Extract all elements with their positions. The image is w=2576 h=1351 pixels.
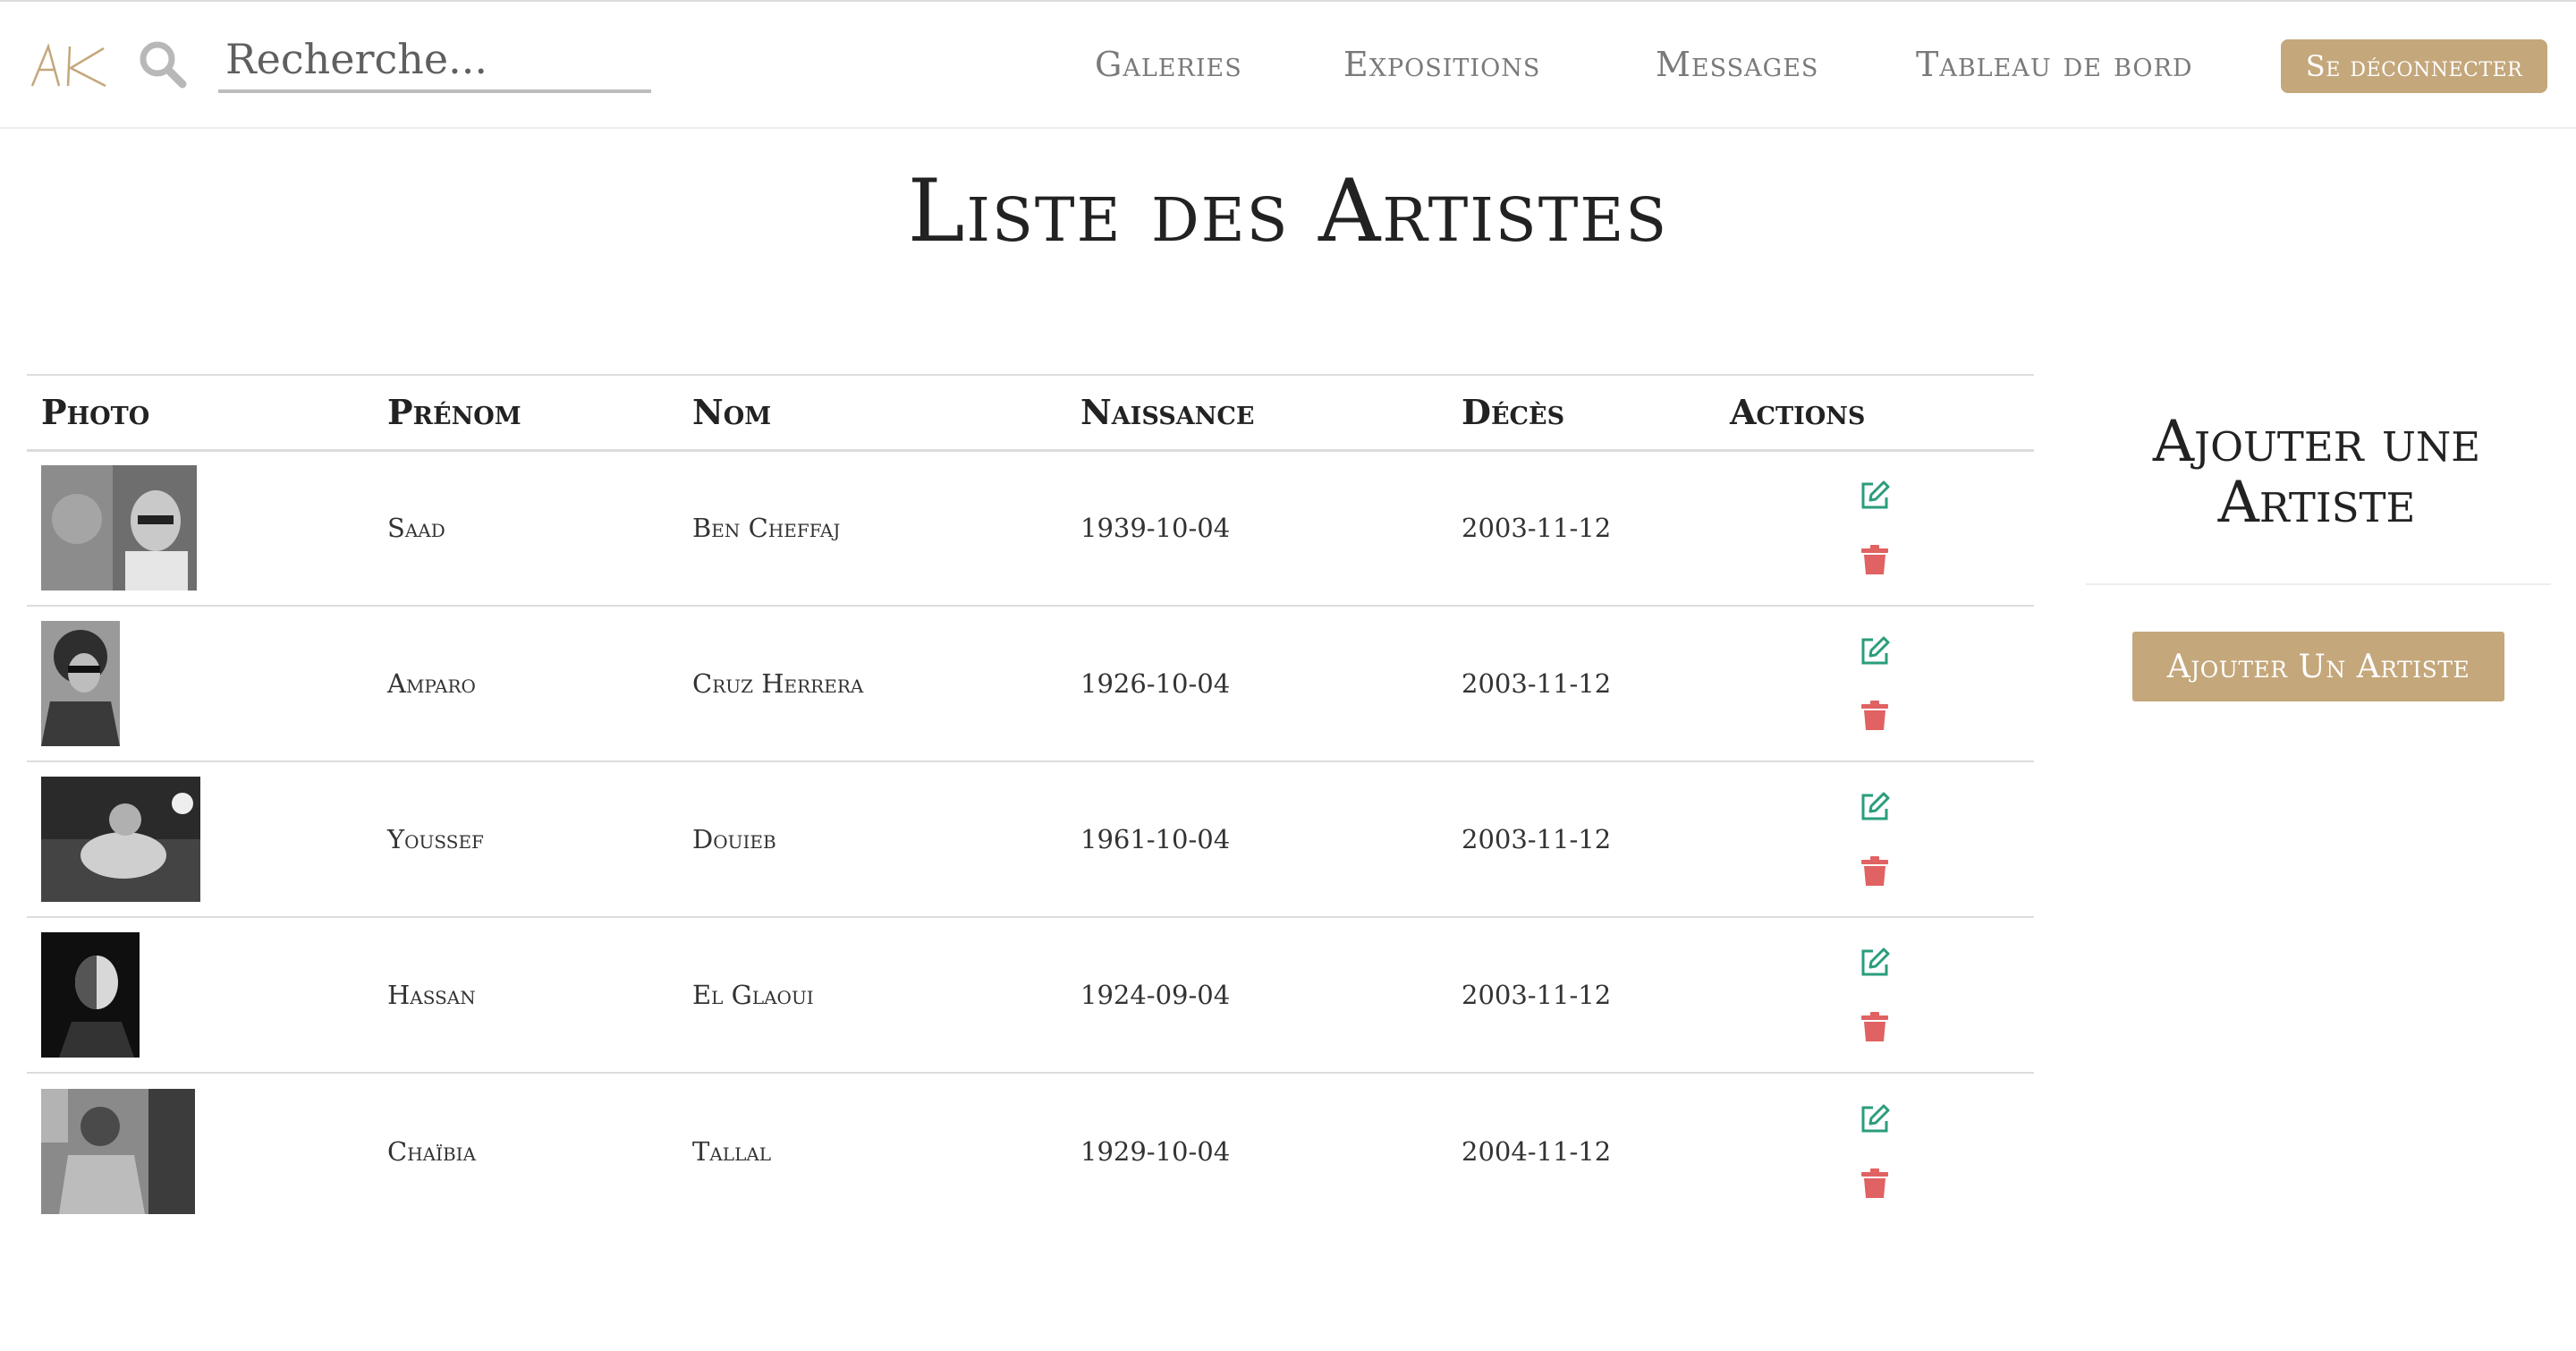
cell-nom: Cruz Herrera [678,606,1066,762]
cell-naissance: 1961-10-04 [1066,761,1447,918]
trash-icon[interactable] [1859,544,1891,576]
cell-prenom: Saad [373,450,678,607]
photo-cell [27,450,373,607]
photo-cell [27,606,373,762]
col-header-deces: Décès [1447,374,1716,452]
cell-naissance: 1929-10-04 [1080,1135,1231,1167]
table-row: Hassan El Glaoui 1924-09-04 2003-11-12 [27,917,2034,1074]
nav-tableau-de-bord[interactable]: Tableau de bord [1916,41,2193,88]
trash-icon[interactable] [1859,700,1891,732]
artist-photo[interactable] [41,465,197,591]
cell-nom: El Glaoui [678,917,1066,1074]
add-artist-title: Ajouter une Artiste [2152,409,2481,536]
trash-icon[interactable] [1859,855,1891,888]
col-header-actions: Actions [1716,374,2034,452]
col-header-prenom: Prénom [373,374,678,452]
logo-icon[interactable] [29,41,109,89]
page-title: Liste des Artistes [907,161,1669,261]
add-artist-button[interactable]: Ajouter Un Artiste [2132,632,2504,701]
actions-cell [1716,450,2034,607]
cell-prenom: Amparo [373,606,678,762]
trash-icon[interactable] [1859,1011,1891,1043]
edit-icon[interactable] [1859,635,1891,667]
table-row: Amparo Cruz Herrera 1926-10-04 2003-11-1… [27,606,2034,762]
actions-cell [1716,917,2034,1074]
table-row: Youssef Douieb 1961-10-04 2003-11-12 [27,761,2034,918]
photo-cell [27,917,373,1074]
cell-deces: 2004-11-12 [1462,1135,1612,1167]
cell-deces: 2003-11-12 [1447,917,1716,1074]
cell-deces: 2003-11-12 [1447,450,1716,607]
edit-icon[interactable] [1859,480,1891,512]
nav-expositions[interactable]: Expositions [1343,41,1540,88]
col-header-naissance: Naissance [1066,374,1447,452]
table-row: Chaïbia Tallal 1929-10-04 2004-11-12 [27,1073,2034,1228]
edit-icon[interactable] [1859,1103,1891,1135]
table-header-row: Photo Prénom Nom Naissance Décès Actions [27,374,2034,452]
artists-table-container: Photo Prénom Nom Naissance Décès Actions [27,374,2034,1228]
photo-cell [27,1073,373,1228]
artists-table: Photo Prénom Nom Naissance Décès Actions [27,374,2034,1228]
photo-cell [27,761,373,918]
artist-photo[interactable] [41,621,120,746]
col-header-nom: Nom [678,374,1066,452]
col-header-photo: Photo [27,374,373,452]
cell-deces: 2003-11-12 [1447,606,1716,762]
nav-messages[interactable]: Messages [1656,41,1818,88]
cell-nom: Douieb [678,761,1066,918]
trash-icon[interactable] [1859,1168,1891,1200]
artist-photo[interactable] [41,1088,195,1214]
edit-icon[interactable] [1859,791,1891,823]
actions-cell [1716,761,2034,918]
cell-prenom: Youssef [373,761,678,918]
cell-deces: 2003-11-12 [1447,761,1716,918]
nav-galeries[interactable]: Galeries [1095,41,1242,88]
actions-cell [1716,606,2034,762]
search-icon[interactable] [138,39,188,89]
cell-prenom: Hassan [373,917,678,1074]
top-navbar: Galeries Expositions Messages Tableau de… [0,0,2576,129]
cell-naissance: 1939-10-04 [1066,450,1447,607]
cell-naissance: 1926-10-04 [1066,606,1447,762]
artist-photo[interactable] [41,777,200,902]
artist-photo[interactable] [41,932,140,1058]
cell-nom: Ben Cheffaj [678,450,1066,607]
search-input[interactable] [218,29,651,93]
actions-cell [1716,1073,2034,1228]
cell-prenom: Chaïbia [387,1135,477,1167]
cell-naissance: 1924-09-04 [1066,917,1447,1074]
logout-button[interactable]: Se déconnecter [2281,39,2547,93]
edit-icon[interactable] [1859,947,1891,979]
cell-nom: Tallal [692,1135,772,1167]
sidebar-divider [2086,583,2551,585]
table-row: Saad Ben Cheffaj 1939-10-04 2003-11-12 [27,450,2034,607]
